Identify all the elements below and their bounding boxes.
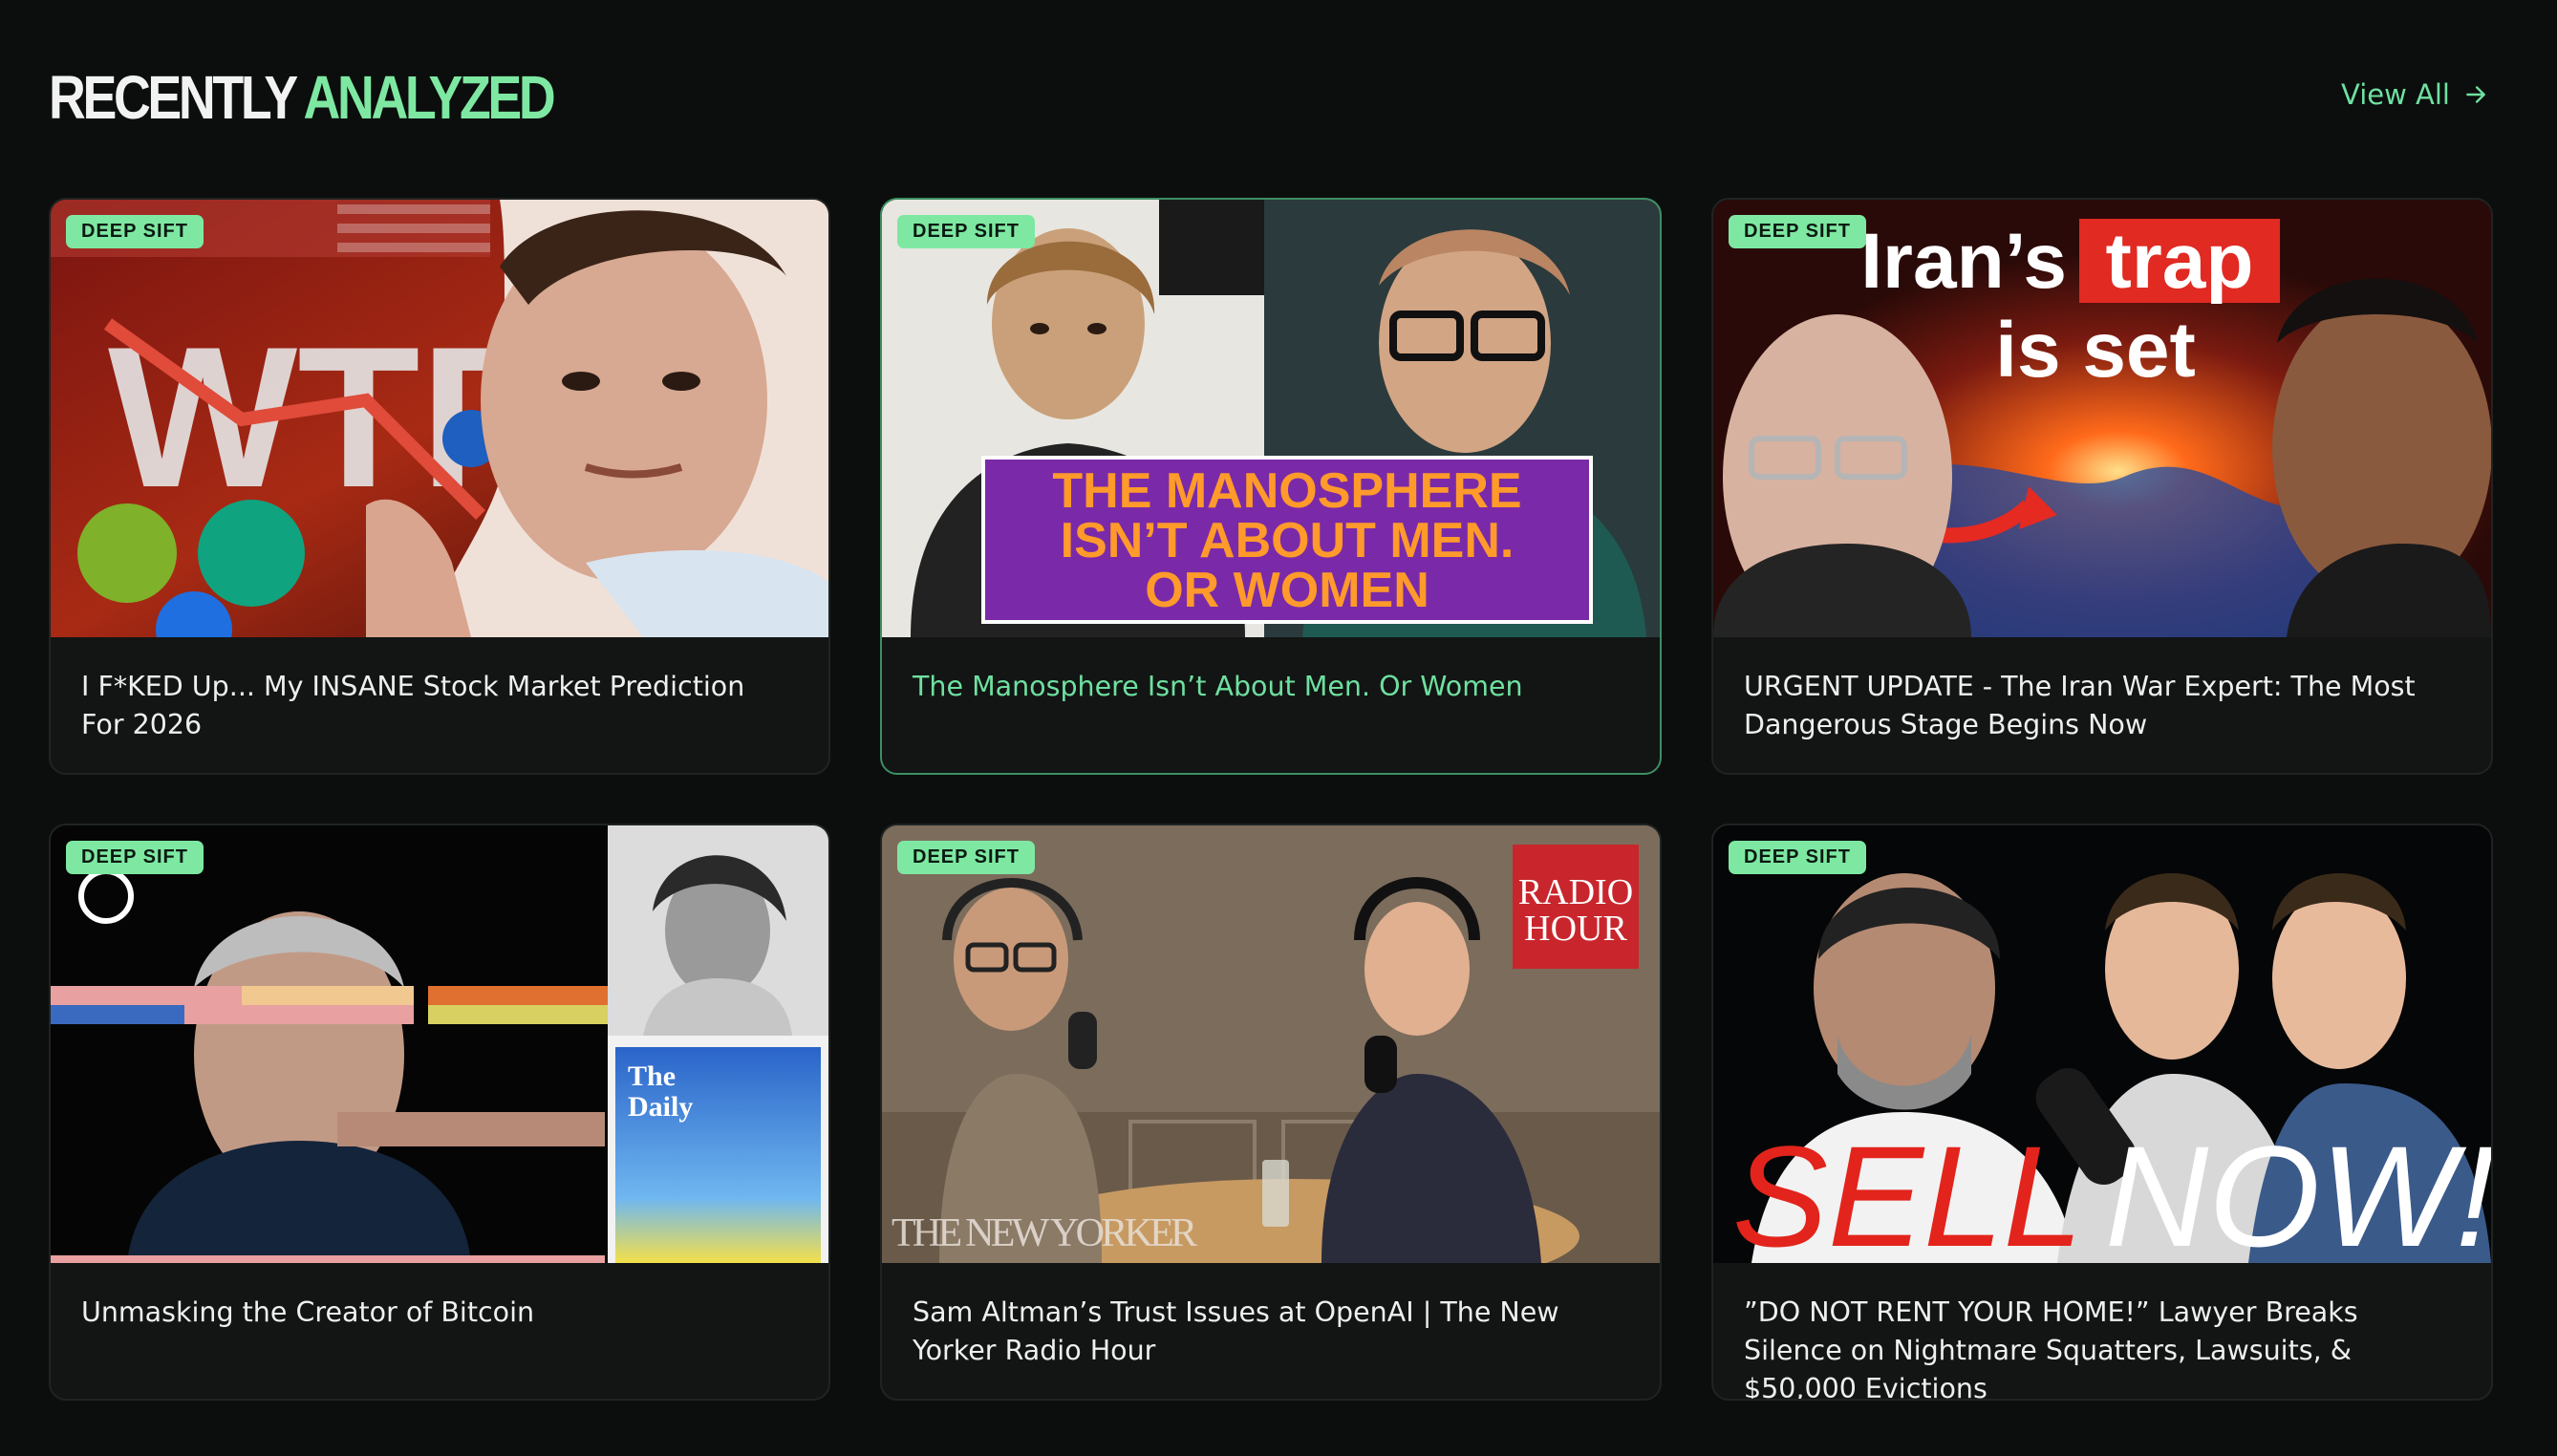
view-all-label: View All	[2341, 78, 2450, 111]
video-thumbnail: RADIO HOUR THE NEW YORKER	[882, 825, 1660, 1263]
video-title: The Manosphere Isn’t About Men. Or Women	[913, 671, 1523, 702]
section-header: RECENTLY ANALYZED View All	[49, 59, 2488, 136]
video-thumbnail: WTF	[51, 200, 828, 637]
video-title: Unmasking the Creator of Bitcoin	[81, 1296, 535, 1328]
video-thumbnail: Iran’s trap is set	[1713, 200, 2491, 637]
thumb-text-c: is set	[1995, 307, 2196, 394]
video-card[interactable]: The Daily DEEP SIFT Unmasking the Creato…	[49, 824, 830, 1401]
section-title: RECENTLY ANALYZED	[49, 59, 556, 136]
recently-analyzed-page: RECENTLY ANALYZED View All WTF DEEP SIFT…	[0, 0, 2557, 1456]
thumb-line-2: ISN’T ABOUT MEN.	[1061, 513, 1515, 568]
thumbnail-manosphere: THE MANOSPHERE ISN’T ABOUT MEN. OR WOMEN	[882, 200, 1660, 637]
thumb-line-1: THE MANOSPHERE	[1052, 463, 1521, 519]
thumb-text-a: RADIO	[1518, 872, 1633, 912]
section-title-word1: RECENTLY	[49, 63, 297, 132]
thumb-text-a: Iran’s	[1860, 218, 2067, 305]
thumb-line-3: OR WOMEN	[1145, 563, 1429, 618]
video-title: ”DO NOT RENT YOUR HOME!” Lawyer Breaks S…	[1744, 1296, 2358, 1401]
video-title: I F*KED Up... My INSANE Stock Market Pre…	[81, 671, 745, 740]
video-thumbnail: The Daily	[51, 825, 828, 1263]
thumb-text-b: Daily	[628, 1091, 693, 1123]
video-card[interactable]: RADIO HOUR THE NEW YORKER DEEP SIFT Sam …	[880, 824, 1662, 1401]
video-title: URGENT UPDATE - The Iran War Expert: The…	[1744, 671, 2416, 740]
video-card[interactable]: Iran’s trap is set DEEP SIFT URGENT UPDA…	[1711, 198, 2493, 775]
video-title: Sam Altman’s Trust Issues at OpenAI | Th…	[913, 1296, 1559, 1366]
thumb-text-a: The	[628, 1060, 676, 1092]
thumb-text-b: HOUR	[1524, 909, 1627, 949]
video-thumbnail: SELL NOW!	[1713, 825, 2491, 1263]
deep-sift-badge: DEEP SIFT	[1729, 841, 1866, 874]
section-title-word2: ANALYZED	[303, 63, 556, 132]
thumb-text-a: SELL	[1732, 1116, 2083, 1263]
thumbnail-bitcoin-creator: The Daily	[51, 825, 828, 1263]
view-all-link[interactable]: View All	[2341, 78, 2488, 111]
thumb-text-c: THE NEW YORKER	[892, 1211, 1197, 1255]
thumb-text-b: NOW!	[2105, 1116, 2491, 1263]
thumb-text-b: trap	[2106, 218, 2254, 305]
deep-sift-badge: DEEP SIFT	[897, 841, 1035, 874]
video-thumbnail: THE MANOSPHERE ISN’T ABOUT MEN. OR WOMEN	[882, 200, 1660, 637]
deep-sift-badge: DEEP SIFT	[66, 215, 204, 248]
deep-sift-badge: DEEP SIFT	[897, 215, 1035, 248]
thumbnail-stock-market: WTF	[51, 200, 828, 637]
thumbnail-squatters: SELL NOW!	[1713, 825, 2491, 1263]
video-card-selected[interactable]: THE MANOSPHERE ISN’T ABOUT MEN. OR WOMEN…	[880, 198, 1662, 775]
deep-sift-badge: DEEP SIFT	[1729, 215, 1866, 248]
video-card[interactable]: SELL NOW! DEEP SIFT ”DO NOT RENT YOUR HO…	[1711, 824, 2493, 1401]
thumbnail-iran-war: Iran’s trap is set	[1713, 200, 2491, 637]
thumbnail-new-yorker-radio-hour: RADIO HOUR THE NEW YORKER	[882, 825, 1660, 1263]
arrow-right-icon	[2466, 86, 2485, 103]
video-card[interactable]: WTF DEEP SIFT I F*KED Up... My INSANE St…	[49, 198, 830, 775]
deep-sift-badge: DEEP SIFT	[66, 841, 204, 874]
